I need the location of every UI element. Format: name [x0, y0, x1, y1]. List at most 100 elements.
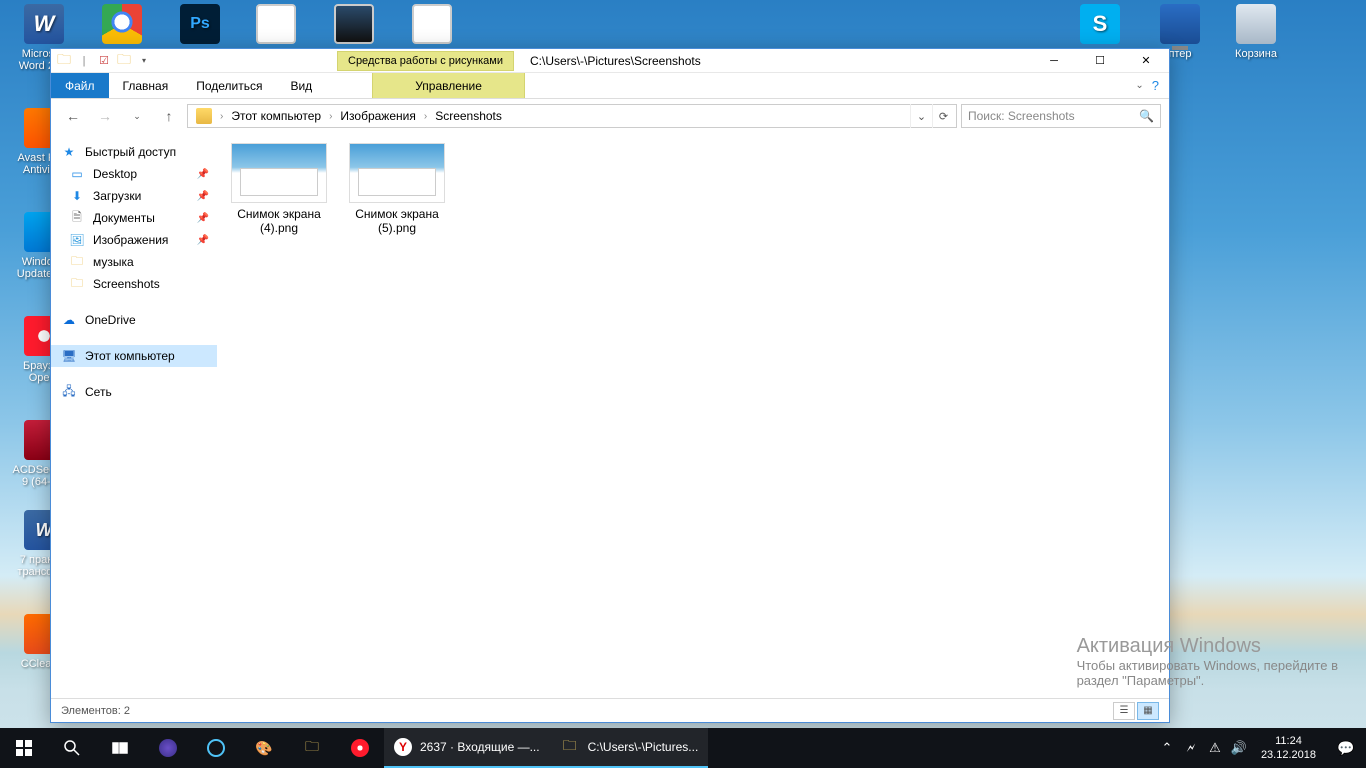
forward-button[interactable]: →: [91, 103, 119, 129]
icons-view-button[interactable]: ▦: [1137, 702, 1159, 720]
titlebar[interactable]: 🗀 | ☑ 🗀 ▾ Средства работы с рисунками C:…: [51, 49, 1169, 73]
file-item[interactable]: Снимок экрана (5).png: [347, 143, 447, 235]
chevron-right-icon[interactable]: ›: [218, 111, 225, 122]
tab-file[interactable]: Файл: [51, 73, 109, 98]
folder-icon: 🗀: [69, 254, 85, 270]
system-tray: ⌃ 🗲 ⚠ 🔊 11:24 23.12.2018 💬: [1155, 728, 1366, 768]
folder-icon: 🗀: [560, 737, 580, 757]
desktop-icon-thumb-1[interactable]: [240, 4, 312, 48]
file-name: Снимок экрана (5).png: [355, 207, 439, 235]
watermark-text: раздел "Параметры".: [1077, 673, 1338, 688]
taskbar-app-yandex[interactable]: Y2637 · Входящие —...: [384, 728, 550, 768]
tab-share[interactable]: Поделиться: [182, 73, 276, 98]
folder-icon: 🗀: [302, 738, 322, 758]
tab-manage[interactable]: Управление: [372, 73, 525, 98]
explorer-window: 🗀 | ☑ 🗀 ▾ Средства работы с рисунками C:…: [50, 48, 1170, 723]
ribbon-expand-icon[interactable]: ⌄: [1135, 80, 1143, 91]
action-center-button[interactable]: 💬: [1326, 740, 1366, 757]
image-icon: [334, 4, 374, 44]
details-view-button[interactable]: ☰: [1113, 702, 1135, 720]
item-count: Элементов: 2: [61, 705, 130, 717]
task-view-button[interactable]: [96, 728, 144, 768]
tray-volume-icon[interactable]: 🔊: [1227, 740, 1251, 756]
time: 11:24: [1261, 734, 1316, 748]
breadcrumb-pictures[interactable]: Изображения: [334, 105, 421, 127]
taskbar-explorer-pin[interactable]: 🗀: [288, 728, 336, 768]
back-button[interactable]: ←: [59, 103, 87, 129]
network-icon: 🖧: [61, 384, 77, 400]
desktop-icon-thumb-3[interactable]: [396, 4, 468, 48]
search-input[interactable]: Поиск: Screenshots 🔍: [961, 104, 1161, 128]
maximize-button[interactable]: ☐: [1077, 49, 1123, 72]
start-button[interactable]: [0, 728, 48, 768]
properties-icon[interactable]: ☑: [95, 52, 113, 70]
taskbar: 🎨 🗀 Y2637 · Входящие —... 🗀C:\Users\-\Pi…: [0, 728, 1366, 768]
tray-wifi-icon[interactable]: ⚠: [1203, 740, 1227, 756]
computer-icon: 🖥: [61, 348, 77, 364]
refresh-button[interactable]: ⟳: [932, 104, 954, 128]
activation-watermark: Активация Windows Чтобы активировать Win…: [1077, 635, 1338, 688]
folder-icon[interactable]: 🗀: [55, 52, 73, 70]
breadcrumb-root[interactable]: [190, 105, 218, 127]
chevron-right-icon[interactable]: ›: [422, 111, 429, 122]
date: 23.12.2018: [1261, 748, 1316, 762]
context-title: Средства работы с рисунками: [348, 55, 503, 67]
sidebar-this-pc[interactable]: 🖥Этот компьютер: [51, 345, 217, 367]
sidebar-item-desktop[interactable]: ▭Desktop📌: [51, 163, 217, 185]
file-name: Снимок экрана (4).png: [237, 207, 321, 235]
help-icon[interactable]: ?: [1152, 78, 1159, 93]
people-button[interactable]: [192, 728, 240, 768]
view-switcher: ☰ ▦: [1113, 702, 1159, 720]
address-bar[interactable]: › Этот компьютер › Изображения › Screens…: [187, 104, 957, 128]
people-icon: [207, 739, 225, 757]
ribbon-context-tab: Средства работы с рисунками: [337, 51, 514, 71]
ribbon-tabs: Файл Главная Поделиться Вид Управление ⌄…: [51, 73, 1169, 99]
breadcrumb-this-pc[interactable]: Этот компьютер: [225, 105, 327, 127]
image-icon: [412, 4, 452, 44]
recent-dropdown[interactable]: ⌄: [123, 103, 151, 129]
new-folder-icon[interactable]: 🗀: [115, 52, 133, 70]
close-button[interactable]: ✕: [1123, 49, 1169, 72]
taskbar-app-explorer[interactable]: 🗀C:\Users\-\Pictures...: [550, 728, 709, 768]
tab-view[interactable]: Вид: [276, 73, 326, 98]
sidebar-item-music[interactable]: 🗀музыка: [51, 251, 217, 273]
paint-icon: 🎨: [254, 738, 274, 758]
desktop-icon-thumb-2[interactable]: [318, 4, 390, 48]
breadcrumb-screenshots[interactable]: Screenshots: [429, 105, 508, 127]
download-icon: ⬇: [69, 188, 85, 204]
up-button[interactable]: ↑: [155, 103, 183, 129]
file-list[interactable]: Снимок экрана (4).png Снимок экрана (5).…: [217, 133, 1169, 698]
search-icon[interactable]: 🔍: [1139, 109, 1154, 123]
desktop-icon-photoshop[interactable]: Ps: [164, 4, 236, 48]
search-button[interactable]: [48, 728, 96, 768]
pictures-icon: 🖼: [69, 232, 85, 248]
tab-home[interactable]: Главная: [109, 73, 183, 98]
minimize-button[interactable]: ─: [1031, 49, 1077, 72]
sidebar-item-pictures[interactable]: 🖼Изображения📌: [51, 229, 217, 251]
desktop-icon-recycle-bin[interactable]: Корзина: [1220, 4, 1292, 60]
taskbar-label: 2637 · Входящие —...: [420, 740, 540, 754]
cortana-button[interactable]: [144, 728, 192, 768]
taskbar-clock[interactable]: 11:24 23.12.2018: [1251, 734, 1326, 762]
desktop-icon-chrome[interactable]: [86, 4, 158, 48]
qat-separator: |: [75, 52, 93, 70]
sidebar-item-documents[interactable]: 🗎Документы📌: [51, 207, 217, 229]
sidebar-item-downloads[interactable]: ⬇Загрузки📌: [51, 185, 217, 207]
window-controls: ─ ☐ ✕: [1031, 49, 1169, 72]
pin-icon: 📌: [197, 169, 209, 180]
tray-battery-icon[interactable]: 🗲: [1179, 740, 1203, 756]
sidebar-quick-access[interactable]: ★Быстрый доступ: [51, 141, 217, 163]
desktop-icon-skype[interactable]: S: [1064, 4, 1136, 48]
taskbar-paint[interactable]: 🎨: [240, 728, 288, 768]
file-item[interactable]: Снимок экрана (4).png: [229, 143, 329, 235]
qat-dropdown-icon[interactable]: ▾: [135, 52, 153, 70]
chevron-right-icon[interactable]: ›: [327, 111, 334, 122]
address-dropdown[interactable]: ⌄: [910, 104, 932, 128]
sidebar-network[interactable]: 🖧Сеть: [51, 381, 217, 403]
taskbar-opera[interactable]: [336, 728, 384, 768]
quick-access-toolbar: 🗀 | ☑ 🗀 ▾: [51, 49, 157, 72]
sidebar-onedrive[interactable]: ☁OneDrive: [51, 309, 217, 331]
sidebar-item-screenshots[interactable]: 🗀Screenshots: [51, 273, 217, 295]
tray-overflow[interactable]: ⌃: [1155, 740, 1179, 756]
folder-icon: 🗀: [69, 276, 85, 292]
